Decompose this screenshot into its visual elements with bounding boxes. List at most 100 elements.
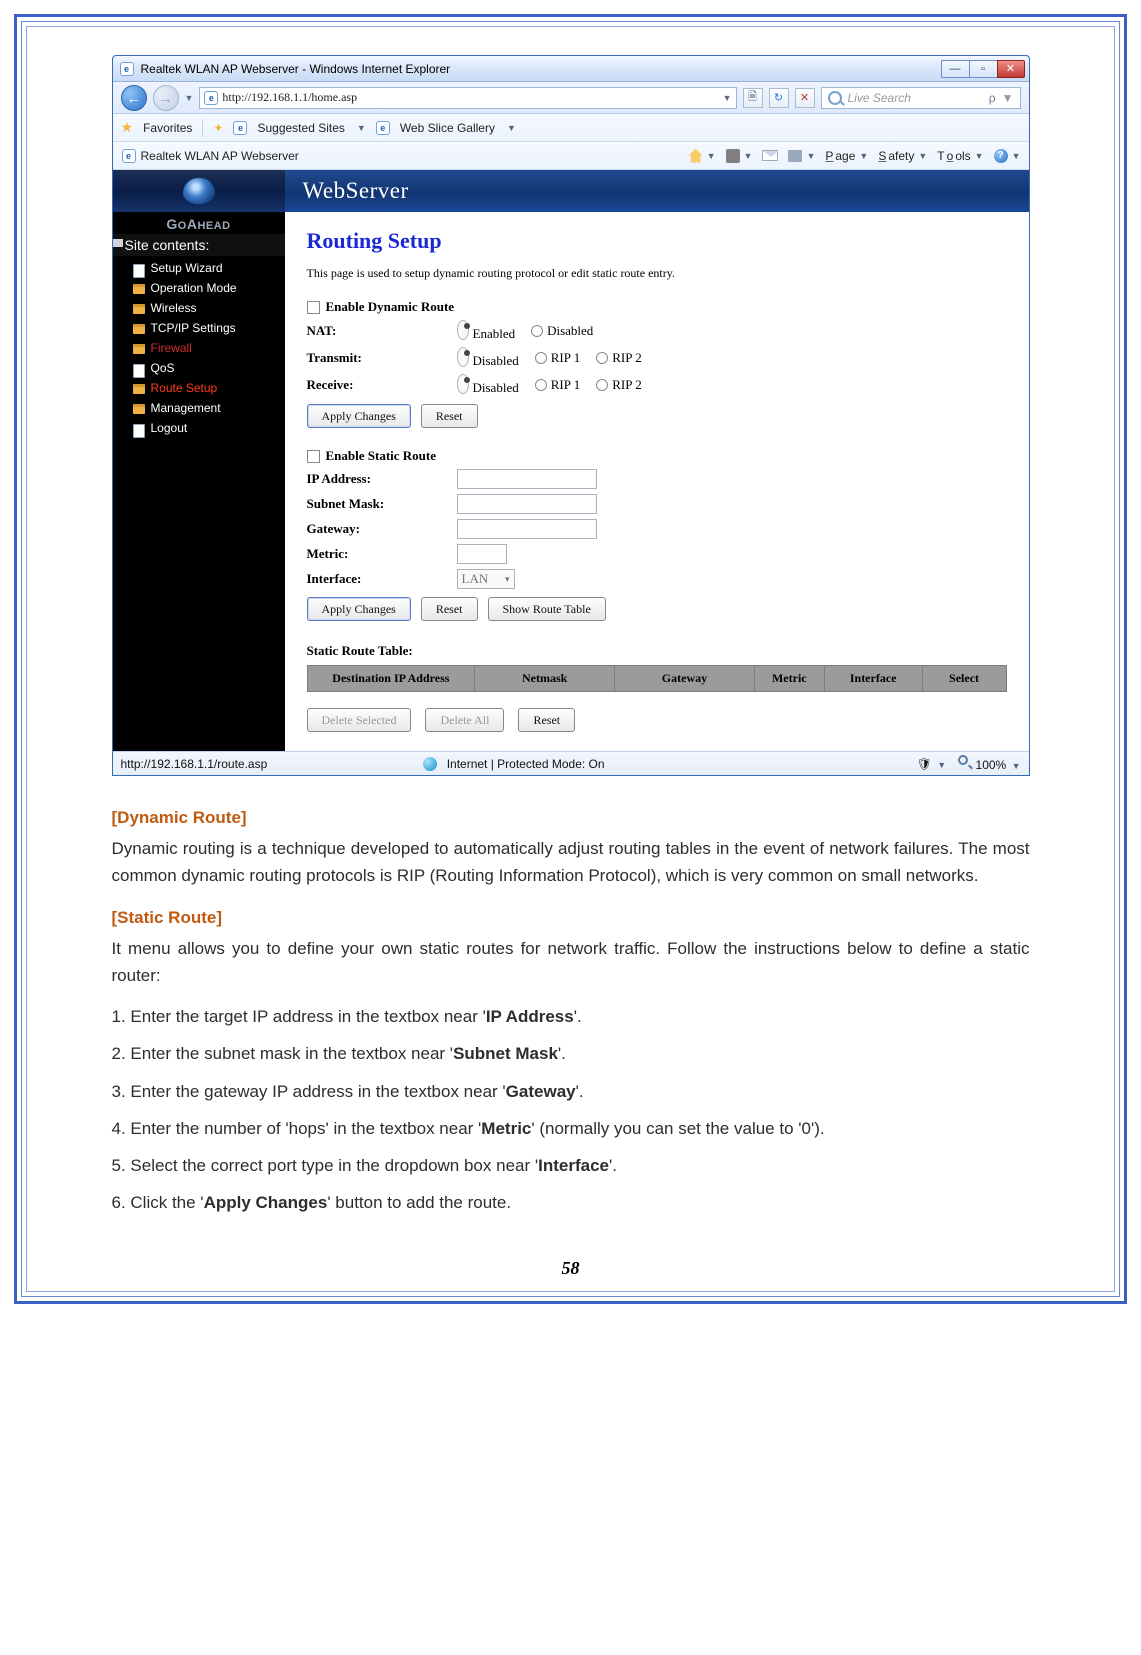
sidebar-item-route-setup[interactable]: Route Setup [133,378,285,398]
page-title: Routing Setup [307,228,1007,254]
address-bar[interactable]: e http://192.168.1.1/home.asp ▼ [199,87,736,109]
chevron-down-icon[interactable]: ▼ [355,123,366,133]
metric-label: Metric: [307,546,457,562]
web-slice[interactable]: Web Slice Gallery [400,121,495,135]
status-bar: http://192.168.1.1/route.asp Internet | … [113,751,1029,775]
favorites-label[interactable]: Favorites [143,121,192,135]
page-content: GOAHEAD Site contents: Setup Wizard Oper… [113,170,1029,751]
suggested-sites[interactable]: Suggested Sites [257,121,344,135]
delete-all-button[interactable]: Delete All [425,708,504,732]
browser-window: e Realtek WLAN AP Webserver - Windows In… [112,55,1030,776]
static-apply-button[interactable]: Apply Changes [307,597,411,621]
rx-rip2-radio[interactable]: RIP 2 [596,377,642,393]
maximize-button[interactable]: ▫ [969,60,997,78]
title-bar: e Realtek WLAN AP Webserver - Windows In… [113,56,1029,82]
chevron-down-icon[interactable]: ▼ [505,123,516,133]
search-dropdown-icon[interactable]: ▼ [1002,91,1014,105]
refresh-button[interactable]: ↻ [769,88,789,108]
static-reset-button[interactable]: Reset [421,597,478,621]
rx-rip1-radio[interactable]: RIP 1 [535,377,581,393]
static-enable-checkbox[interactable] [307,450,320,463]
help-icon: ? [994,149,1008,163]
status-mode: Internet | Protected Mode: On [447,757,605,771]
read-mail-button[interactable] [762,150,778,161]
step-6: 6. Click the 'Apply Changes' button to a… [112,1189,1030,1216]
table-reset-button[interactable]: Reset [518,708,575,732]
section-body-static: It menu allows you to define your own st… [112,935,1030,989]
tx-rip1-radio[interactable]: RIP 1 [535,350,581,366]
main-panel: WebServer Routing Setup This page is use… [285,170,1029,751]
page-glyph2: e [376,121,390,135]
tx-disabled-radio[interactable]: Disabled [457,347,519,369]
iface-label: Interface: [307,571,457,587]
sidebar-item-setup-wizard[interactable]: Setup Wizard [133,258,285,278]
page-glyph: e [233,121,247,135]
nat-enabled-radio[interactable]: Enabled [457,320,516,342]
forward-button[interactable]: → [153,85,179,111]
page-icon: e [204,91,218,105]
step-5: 5. Select the correct port type in the d… [112,1152,1030,1179]
mask-label: Subnet Mask: [307,496,457,512]
steps-list: 1. Enter the target IP address in the te… [112,1003,1030,1216]
sidebar-header: Site contents: [113,234,285,256]
ip-input[interactable] [457,469,597,489]
home-icon [689,149,703,163]
mask-input[interactable] [457,494,597,514]
metric-input[interactable] [457,544,507,564]
iface-select[interactable]: LAN▾ [457,569,515,589]
sidebar-item-firewall[interactable]: Firewall [133,338,285,358]
sidebar: GOAHEAD Site contents: Setup Wizard Oper… [113,170,285,751]
protected-mode-button[interactable]: 🛡 ▼ [917,757,947,771]
rx-disabled-radio[interactable]: Disabled [457,374,519,396]
col-select: Select [922,666,1006,692]
search-placeholder: Live Search [848,91,911,105]
sidebar-item-wireless[interactable]: Wireless [133,298,285,318]
document-body: [Dynamic Route] Dynamic routing is a tec… [112,804,1030,1216]
sidebar-item-management[interactable]: Management [133,398,285,418]
sidebar-item-tcpip[interactable]: TCP/IP Settings [133,318,285,338]
nat-label: NAT: [307,323,457,339]
search-box[interactable]: Live Search ρ ▼ [821,87,1021,109]
ie-icon: e [119,61,135,77]
url-text: http://192.168.1.1/home.asp [222,90,718,105]
command-bar: e Realtek WLAN AP Webserver ▼ ▼ ▼ PPagea… [113,142,1029,170]
delete-selected-button[interactable]: Delete Selected [307,708,412,732]
step-1: 1. Enter the target IP address in the te… [112,1003,1030,1030]
active-tab[interactable]: e Realtek WLAN AP Webserver [121,148,299,164]
tools-menu[interactable]: Tools▼ [937,149,983,163]
mail-icon [762,150,778,161]
gw-input[interactable] [457,519,597,539]
zoom-control[interactable]: 100% ▼ [958,755,1020,772]
dyn-enable-checkbox[interactable] [307,301,320,314]
window-title: Realtek WLAN AP Webserver - Windows Inte… [135,62,941,76]
back-button[interactable]: ← [121,85,147,111]
show-route-table-button[interactable]: Show Route Table [488,597,606,621]
sidebar-item-logout[interactable]: Logout [133,418,285,438]
favorites-bar: ★ Favorites ✦ e Suggested Sites ▼ e Web … [113,114,1029,142]
home-button[interactable]: ▼ [689,149,716,163]
zone-icon [423,757,437,771]
nav-tree: Setup Wizard Operation Mode Wireless TCP… [113,256,285,438]
print-button[interactable]: ▼ [788,150,815,162]
dyn-reset-button[interactable]: Reset [421,404,478,428]
minimize-button[interactable]: — [941,60,969,78]
logo [113,170,285,212]
close-button[interactable]: ✕ [997,60,1025,78]
safety-menu[interactable]: Safety▼ [878,149,927,163]
tx-rip2-radio[interactable]: RIP 2 [596,350,642,366]
sidebar-item-qos[interactable]: QoS [133,358,285,378]
sidebar-item-operation-mode[interactable]: Operation Mode [133,278,285,298]
favorites-star-icon[interactable]: ★ [121,119,134,136]
print-icon [788,150,802,162]
col-dest: Destination IP Address [307,666,475,692]
help-button[interactable]: ?▼ [994,149,1021,163]
step-4: 4. Enter the number of 'hops' in the tex… [112,1115,1030,1142]
page-menu[interactable]: PPageage▼ [825,149,868,163]
addr-dropdown-icon[interactable]: ▼ [723,93,732,103]
brand-text: GOAHEAD [113,212,285,234]
dyn-apply-button[interactable]: Apply Changes [307,404,411,428]
feeds-button[interactable]: ▼ [726,149,753,163]
stop-button[interactable]: ✕ [795,88,815,108]
compat-button[interactable]: 🗎 [743,88,763,108]
nat-disabled-radio[interactable]: Disabled [531,323,593,339]
